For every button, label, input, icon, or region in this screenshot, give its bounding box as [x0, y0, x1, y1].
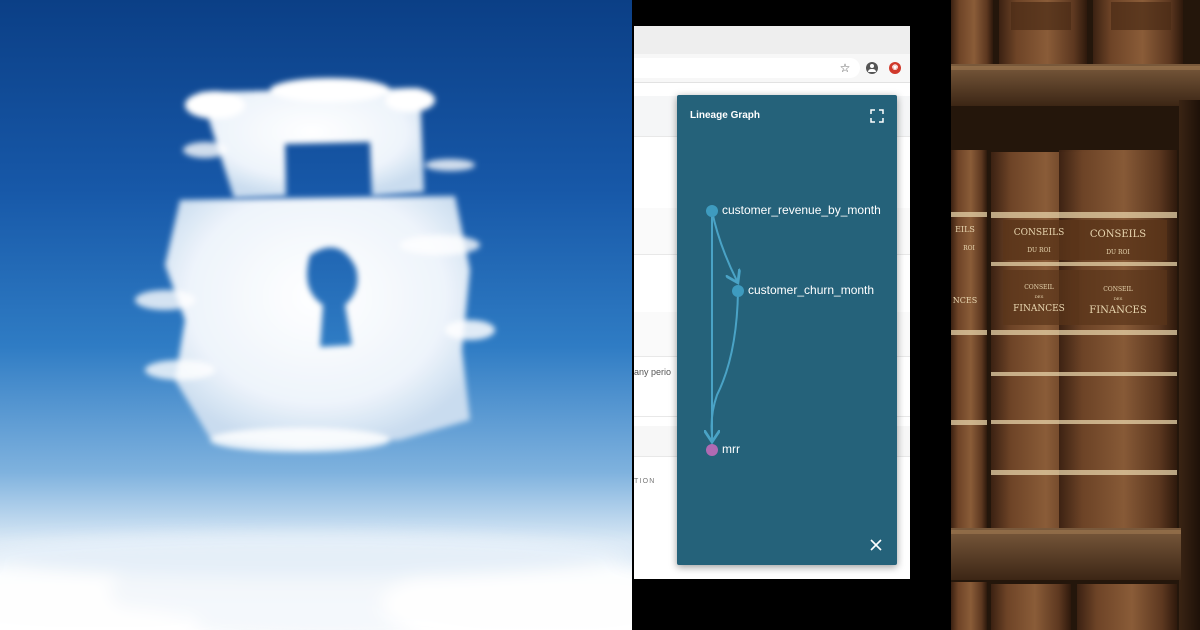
- background-caption: TION: [634, 478, 656, 485]
- spine-subtitle: ROI: [963, 245, 975, 252]
- address-bar[interactable]: [634, 58, 860, 78]
- node-label[interactable]: customer_churn_month: [748, 283, 874, 297]
- lineage-graph-canvas: [677, 205, 744, 456]
- lineage-graph-modal: Lineage Graph customer_revenue_by_month …: [677, 95, 897, 565]
- cloud-lock-illustration: [0, 78, 632, 630]
- close-icon[interactable]: [869, 538, 883, 552]
- extension-icon[interactable]: ◉: [889, 62, 901, 74]
- shelf-side: [1179, 100, 1200, 630]
- lock-shackle: [183, 78, 475, 198]
- horizon-clouds: [0, 533, 632, 630]
- browser-screenshot: ☆ ◉ any perio TION Lineage Graph custome…: [634, 0, 948, 630]
- account-icon[interactable]: [866, 62, 878, 74]
- node-customer-revenue-by-month: [706, 205, 718, 217]
- spine-title: EILS: [955, 225, 975, 234]
- spine-subtitle: DU ROI: [1027, 247, 1051, 254]
- spine-subtitle: DU ROI: [1106, 249, 1130, 256]
- shelf-board: [951, 528, 1181, 580]
- spine-title: CONSEIL: [1103, 286, 1133, 293]
- bookshelf-illustration: CONSEILS DU ROI CONSEIL DES FINANCES CON…: [951, 0, 1200, 630]
- spine-title: CONSEILS: [1014, 228, 1065, 238]
- cloud-lock-photo: [0, 0, 632, 630]
- edge-revenue-to-churn: [711, 210, 737, 281]
- node-label[interactable]: customer_revenue_by_month: [722, 203, 881, 217]
- bottom-shelf-books: [951, 582, 1177, 630]
- browser-tab-strip: [634, 26, 910, 54]
- node-mrr: [706, 444, 718, 456]
- spine-title: NCES: [953, 296, 977, 305]
- background-text: any perio: [634, 367, 672, 377]
- spine-subtitle: DES: [1114, 296, 1123, 301]
- spine-title: FINANCES: [1013, 304, 1065, 314]
- star-icon[interactable]: ☆: [838, 61, 852, 75]
- spine-title: CONSEIL: [1024, 284, 1054, 291]
- node-customer-churn-month: [732, 285, 744, 297]
- lock-body: [135, 196, 495, 452]
- top-shelf-books: [951, 0, 1183, 66]
- shelf-board: [951, 64, 1200, 106]
- edge-churn-to-mrr: [710, 290, 739, 436]
- node-label[interactable]: mrr: [722, 442, 740, 456]
- spine-title: CONSEILS: [1090, 229, 1146, 240]
- middle-shelf-books: [951, 150, 1177, 530]
- spine-subtitle: DES: [1035, 294, 1044, 299]
- old-books-photo: CONSEILS DU ROI CONSEIL DES FINANCES CON…: [951, 0, 1200, 630]
- spine-title: FINANCES: [1089, 305, 1147, 316]
- browser-toolbar: ☆ ◉: [634, 54, 910, 83]
